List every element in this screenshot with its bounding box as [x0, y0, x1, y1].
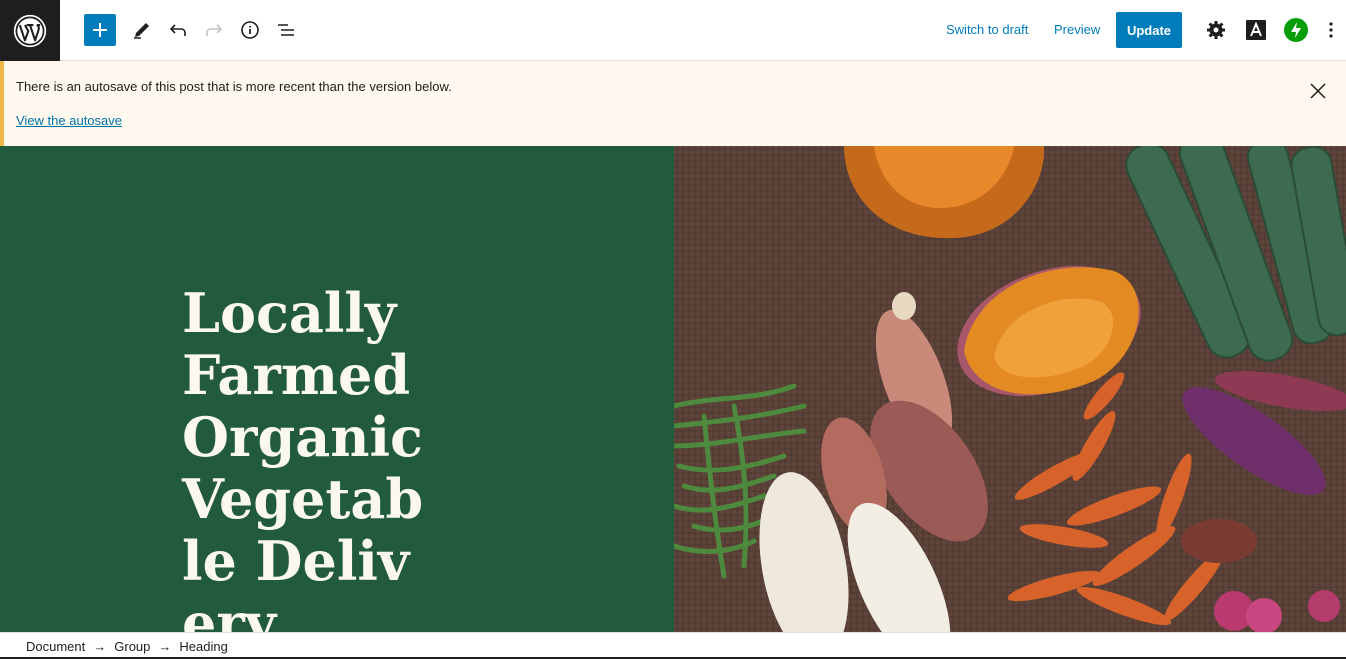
redo-button[interactable]	[198, 14, 230, 46]
vegetables-illustration	[674, 146, 1346, 632]
jetpack-button[interactable]	[1284, 18, 1308, 42]
wordpress-logo[interactable]	[0, 0, 60, 61]
hero-group[interactable]: Locally Farmed Organic Vegetable Deliver…	[0, 146, 674, 632]
breadcrumb-separator: →	[93, 639, 107, 654]
switch-to-draft-button[interactable]: Switch to draft	[946, 22, 1028, 37]
breadcrumb-group[interactable]: Group	[114, 639, 150, 654]
breadcrumb: Document → Group → Heading	[26, 639, 228, 654]
add-block-button[interactable]	[84, 14, 116, 46]
astra-settings-button[interactable]	[1240, 14, 1272, 46]
notice-message: There is an autosave of this post that i…	[16, 79, 452, 94]
redo-icon	[206, 24, 223, 36]
plus-icon	[93, 23, 107, 37]
pencil-icon	[134, 23, 149, 39]
astra-icon	[1246, 20, 1266, 40]
update-button[interactable]: Update	[1116, 12, 1182, 48]
vegetables-image[interactable]	[674, 146, 1346, 632]
options-button[interactable]	[1316, 14, 1346, 46]
jetpack-icon	[1291, 22, 1301, 38]
hero-heading[interactable]: Locally Farmed Organic Vegetable Deliver…	[182, 282, 432, 632]
gear-icon	[1207, 21, 1225, 39]
editor-canvas: Locally Farmed Organic Vegetable Deliver…	[0, 146, 1346, 632]
preview-button[interactable]: Preview	[1054, 22, 1100, 37]
list-view-button[interactable]	[270, 14, 302, 46]
details-button[interactable]	[234, 14, 266, 46]
breadcrumb-heading[interactable]: Heading	[179, 639, 227, 654]
dismiss-notice-button[interactable]	[1306, 79, 1330, 103]
view-autosave-link[interactable]: View the autosave	[16, 113, 122, 128]
breadcrumb-separator: →	[158, 639, 172, 654]
more-vertical-icon	[1329, 22, 1333, 38]
list-view-icon	[278, 24, 294, 36]
autosave-notice: There is an autosave of this post that i…	[0, 61, 1346, 146]
undo-button[interactable]	[162, 14, 194, 46]
breadcrumb-document[interactable]: Document	[26, 639, 85, 654]
undo-icon	[169, 24, 186, 36]
block-breadcrumb-bar: Document → Group → Heading	[0, 632, 1346, 659]
editor-toolbar: Switch to draft Preview Update	[0, 0, 1346, 61]
settings-button[interactable]	[1200, 14, 1232, 46]
tools-button[interactable]	[126, 14, 158, 46]
close-icon	[1310, 83, 1326, 99]
info-icon	[241, 21, 259, 39]
wordpress-logo-icon	[13, 14, 47, 47]
